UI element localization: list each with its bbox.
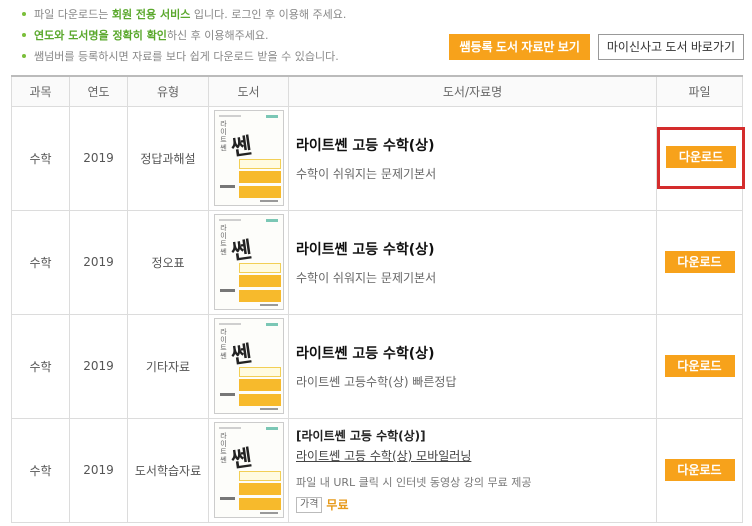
notice-list: 파일 다운로드는 회원 전용 서비스 입니다. 로그인 후 이용해 주세요. 연… — [22, 4, 442, 67]
price-value: 무료 — [326, 498, 349, 512]
header-year: 연도 — [69, 75, 128, 107]
header-book: 도서 — [208, 75, 289, 107]
header-type: 유형 — [127, 75, 209, 107]
book-cover-image[interactable]: 라이트쎈 쎈 — [213, 318, 284, 414]
cell-file: 다운로드 — [656, 105, 745, 211]
book-cover-image[interactable]: 라이트쎈 쎈 — [213, 422, 284, 518]
table-row: 수학 2019 정답과해설 라이트쎈 쎈 라이트쎈 고등 수학(상) 수학이 쉬… — [11, 105, 745, 211]
download-button[interactable]: 다운로드 — [664, 459, 735, 481]
cell-year: 2019 — [69, 209, 128, 315]
download-button[interactable]: 다운로드 — [664, 251, 735, 273]
file-description: 파일 내 URL 클릭 시 인터넷 동영상 강의 무료 제공 — [296, 476, 532, 489]
cell-file: 다운로드 — [656, 209, 743, 315]
book-subtitle: 수학이 쉬워지는 문제기본서 — [296, 270, 437, 285]
book-title: 라이트쎈 고등 수학(상) — [296, 241, 435, 258]
registered-books-filter-button[interactable]: 쌤등록 도서 자료만 보기 — [449, 34, 590, 60]
book-subtitle: 수학이 쉬워지는 문제기본서 — [296, 166, 437, 181]
cell-cover: 라이트쎈 쎈 — [208, 313, 289, 419]
cell-subject: 수학 — [11, 417, 70, 523]
book-subtitle: 라이트쎈 고등수학(상) 빠른정답 — [296, 374, 457, 389]
cell-subject: 수학 — [11, 313, 70, 419]
cell-title: 라이트쎈 고등 수학(상) 수학이 쉬워지는 문제기본서 — [288, 209, 657, 315]
top-buttons: 쌤등록 도서 자료만 보기 마이신사고 도서 바로가기 — [449, 34, 744, 60]
notice-item: 쌤넘버를 등록하시면 자료를 보다 쉽게 다운로드 받을 수 있습니다. — [22, 46, 442, 67]
my-books-link-button[interactable]: 마이신사고 도서 바로가기 — [597, 34, 744, 60]
highlight-box: 다운로드 — [657, 127, 745, 189]
cell-type: 기타자료 — [127, 313, 209, 419]
header-subject: 과목 — [11, 75, 70, 107]
header-title: 도서/자료명 — [288, 75, 657, 107]
book-cover-image[interactable]: 라이트쎈 쎈 — [213, 214, 284, 310]
download-button[interactable]: 다운로드 — [664, 355, 735, 377]
cell-subject: 수학 — [11, 105, 70, 211]
cell-file: 다운로드 — [656, 313, 743, 419]
price-label: 가격 — [296, 496, 323, 513]
notice-item: 파일 다운로드는 회원 전용 서비스 입니다. 로그인 후 이용해 주세요. — [22, 4, 442, 25]
cell-year: 2019 — [69, 105, 128, 211]
cell-title: 라이트쎈 고등 수학(상) 라이트쎈 고등수학(상) 빠른정답 — [288, 313, 657, 419]
cell-type: 정답과해설 — [127, 105, 209, 211]
cell-year: 2019 — [69, 313, 128, 419]
table-row: 수학 2019 기타자료 라이트쎈 쎈 라이트쎈 고등 수학(상) 라이트쎈 고… — [11, 313, 743, 419]
book-cover-image[interactable]: 라이트쎈 쎈 — [213, 110, 284, 206]
cell-file: 다운로드 — [656, 417, 743, 523]
book-title: [라이트쎈 고등 수학(상)] — [296, 429, 426, 443]
header-file: 파일 — [656, 75, 743, 107]
price-row: 가격 무료 — [296, 496, 656, 513]
book-title: 라이트쎈 고등 수학(상) — [296, 137, 435, 154]
table-row: 수학 2019 정오표 라이트쎈 쎈 라이트쎈 고등 수학(상) 수학이 쉬워지… — [11, 209, 743, 315]
cell-type: 정오표 — [127, 209, 209, 315]
book-title: 라이트쎈 고등 수학(상) — [296, 345, 435, 362]
cell-year: 2019 — [69, 417, 128, 523]
cell-cover: 라이트쎈 쎈 — [208, 105, 289, 211]
download-table: 과목 연도 유형 도서 도서/자료명 파일 수학 2019 정답과해설 라이트쎈… — [11, 75, 745, 523]
cell-cover: 라이트쎈 쎈 — [208, 417, 289, 523]
table-header-row: 과목 연도 유형 도서 도서/자료명 파일 — [11, 75, 743, 107]
cell-title: 라이트쎈 고등 수학(상) 수학이 쉬워지는 문제기본서 — [288, 105, 657, 211]
download-button[interactable]: 다운로드 — [666, 146, 736, 168]
cell-title: [라이트쎈 고등 수학(상)] 라이트쎈 고등 수학(상) 모바일러닝 파일 내… — [288, 417, 657, 523]
cell-subject: 수학 — [11, 209, 70, 315]
table-row: 수학 2019 도서학습자료 라이트쎈 쎈 [라이트쎈 고등 수학(상)] 라이… — [11, 417, 743, 523]
mobile-learning-link[interactable]: 라이트쎈 고등 수학(상) 모바일러닝 — [296, 447, 471, 464]
cell-cover: 라이트쎈 쎈 — [208, 209, 289, 315]
cell-type: 도서학습자료 — [127, 417, 209, 523]
notice-item: 연도와 도서명을 정확히 확인하신 후 이용해주세요. — [22, 25, 442, 46]
